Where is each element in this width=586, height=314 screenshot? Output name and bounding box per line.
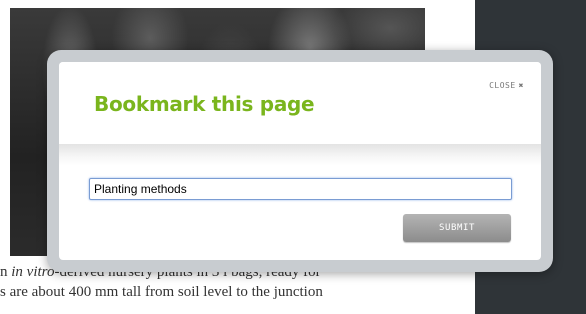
close-icon[interactable]: ✖ xyxy=(519,81,524,90)
article-line-2: s are about 400 mm tall from soil level … xyxy=(0,284,323,300)
close-button[interactable]: CLOSE ✖ xyxy=(489,81,524,90)
modal-header: Bookmark this page CLOSE ✖ xyxy=(59,62,541,144)
bookmark-name-input[interactable] xyxy=(89,178,512,200)
modal-title: Bookmark this page xyxy=(94,92,315,116)
bookmark-modal: Bookmark this page CLOSE✖ SUBMIT xyxy=(59,62,541,260)
submit-button[interactable]: SUBMIT xyxy=(403,214,511,242)
close-label[interactable]: CLOSE xyxy=(489,81,516,90)
modal-divider xyxy=(59,144,541,166)
